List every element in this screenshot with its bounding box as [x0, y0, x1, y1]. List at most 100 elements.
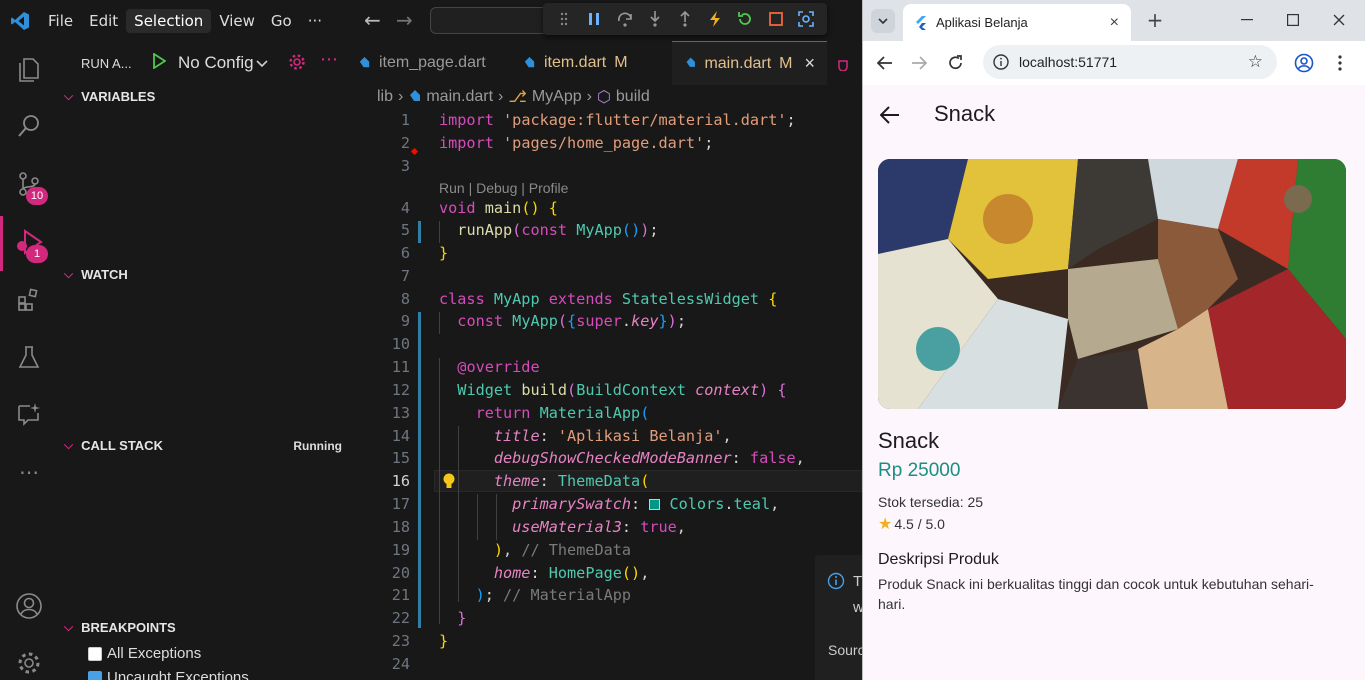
sidebar-header: RUN A... No Config ⋯ [58, 41, 362, 85]
code-line-5: runApp(const MyApp()); [457, 221, 659, 239]
more-icon[interactable]: ⋯ [14, 457, 44, 487]
debug-settings-gear-icon[interactable] [288, 53, 306, 75]
line-number: 5 [400, 221, 410, 239]
uncaught-exceptions-row[interactable]: Uncaught Exceptions [88, 669, 249, 680]
activity-bar: 10 1 ⋯ [0, 41, 58, 680]
browser-forward-icon[interactable] [908, 52, 930, 74]
forward-arrow-icon[interactable]: → [396, 8, 413, 32]
testing-icon[interactable] [14, 343, 44, 373]
profile-icon[interactable] [1293, 52, 1315, 74]
menu-more[interactable]: ··· [300, 9, 330, 33]
code-line-20: home: HomePage(), [493, 564, 650, 582]
line-number: 11 [391, 358, 410, 376]
step-into-icon[interactable] [644, 8, 666, 30]
lightbulb-icon[interactable] [442, 472, 456, 494]
call-stack-section[interactable]: ⌵ CALL STACK Running [64, 438, 342, 453]
launch-config-select[interactable]: No Config [178, 53, 254, 73]
menu-file[interactable]: File [40, 9, 81, 33]
breadcrumb-method[interactable]: build [616, 88, 650, 106]
appbar-back-icon[interactable] [879, 106, 900, 129]
extensions-icon[interactable] [14, 285, 44, 315]
code-line-16: theme: ThemeData( [493, 472, 650, 490]
breadcrumb-file[interactable]: main.dart [426, 88, 493, 106]
browser-menu-icon[interactable] [1329, 52, 1351, 74]
address-bar[interactable]: localhost:51771 ☆ [983, 45, 1277, 79]
search-icon[interactable] [14, 111, 44, 141]
menu-edit[interactable]: Edit [81, 9, 126, 33]
menu-selection[interactable]: Selection [126, 8, 212, 33]
line-number: 18 [391, 518, 410, 536]
call-stack-heading: CALL STACK [81, 438, 163, 453]
code-line-2: import 'pages/home_page.dart'; [439, 134, 714, 152]
code-line-11: @override [457, 358, 540, 376]
tab-item[interactable]: item.dart M [510, 41, 672, 85]
devtools-icon[interactable] [795, 8, 817, 30]
code-line-14: title: 'Aplikasi Belanja', [493, 427, 732, 445]
code-line-15: debugShowCheckedModeBanner: false, [493, 449, 805, 467]
line-number: 12 [391, 381, 410, 399]
chat-sparkle-icon[interactable] [14, 399, 44, 429]
uncaught-exceptions-checkbox[interactable] [88, 670, 102, 680]
new-tab-icon[interactable]: + [1144, 8, 1166, 32]
drag-handle-icon[interactable] [553, 8, 575, 30]
browser-back-icon[interactable] [874, 52, 896, 74]
hot-reload-icon[interactable] [704, 8, 726, 30]
notification-toast: T w Sourc [815, 555, 865, 680]
debug-toolbar [543, 3, 827, 35]
menu-go[interactable]: Go [263, 9, 300, 33]
back-arrow-icon[interactable]: ← [364, 8, 381, 32]
chevron-down-icon: ⌵ [64, 620, 74, 634]
minimize-icon[interactable] [1237, 10, 1257, 30]
browser-tab-title: Aplikasi Belanja [936, 15, 1028, 30]
menu-view[interactable]: View [211, 9, 263, 33]
maximize-icon[interactable] [1283, 10, 1303, 30]
chevron-down-icon[interactable] [256, 57, 268, 72]
site-info-icon[interactable] [993, 54, 1009, 73]
code-line-18: useMaterial3: true, [512, 518, 686, 536]
command-center-search[interactable] [430, 7, 550, 34]
breadcrumb-class[interactable]: MyApp [532, 88, 582, 106]
all-exceptions-row[interactable]: All Exceptions [88, 645, 201, 662]
color-swatch-teal[interactable] [649, 499, 661, 510]
chevron-right-icon: › [586, 88, 592, 105]
step-over-icon[interactable] [614, 8, 636, 30]
breadcrumb-folder[interactable]: lib [377, 88, 393, 106]
codelens-run-debug-profile[interactable]: Run | Debug | Profile [439, 180, 568, 196]
product-stock: Stok tersedia: 25 [878, 494, 984, 510]
tab-overflow[interactable] [827, 41, 862, 85]
tab-main[interactable]: main.dart M × [672, 41, 827, 85]
pause-icon[interactable] [583, 8, 605, 30]
chevron-right-icon: › [398, 88, 404, 105]
browser-window: Aplikasi Belanja × + localhost:51771 ☆ S… [862, 0, 1365, 680]
start-debugging-icon[interactable] [152, 52, 167, 73]
breakpoints-section[interactable]: ⌵ BREAKPOINTS [64, 620, 176, 635]
browser-tab[interactable]: Aplikasi Belanja × [903, 4, 1131, 41]
line-number: 22 [391, 609, 410, 627]
line-number: 17 [391, 495, 410, 513]
variables-heading: VARIABLES [81, 89, 156, 104]
bookmark-star-icon[interactable]: ☆ [1248, 52, 1263, 72]
close-tab-icon[interactable]: × [1110, 14, 1119, 32]
variables-section[interactable]: ⌵ VARIABLES [64, 89, 155, 104]
close-icon[interactable]: × [804, 53, 815, 74]
reload-icon[interactable] [945, 52, 967, 74]
tab-item-page[interactable]: item_page.dart [345, 41, 510, 85]
code-line-12: Widget build(BuildContext context) { [457, 381, 787, 399]
accounts-icon[interactable] [14, 591, 44, 621]
explorer-icon[interactable] [14, 53, 44, 83]
stop-icon[interactable] [765, 8, 787, 30]
all-exceptions-checkbox[interactable] [88, 646, 102, 661]
close-window-icon[interactable] [1329, 10, 1349, 30]
product-rating: ★ 4.5 / 5.0 [878, 514, 945, 534]
watch-section[interactable]: ⌵ WATCH [64, 267, 128, 282]
restart-icon[interactable] [734, 8, 756, 30]
tab-search-chevron-icon[interactable] [871, 9, 895, 33]
code-editor[interactable]: 1 2 3 4 5 6 7 8 9 10 11 12 13 14 15 16 17 18 19 20 21 22 23 24 … [362, 108, 862, 680]
step-out-icon[interactable] [674, 8, 696, 30]
settings-gear-icon[interactable] [14, 648, 44, 678]
code-line-19: ), // ThemeData [493, 541, 632, 559]
url-text: localhost:51771 [1019, 54, 1118, 70]
line-number: 15 [391, 449, 410, 467]
line-number: 13 [391, 404, 410, 422]
sidebar-more-icon[interactable]: ⋯ [320, 49, 338, 70]
